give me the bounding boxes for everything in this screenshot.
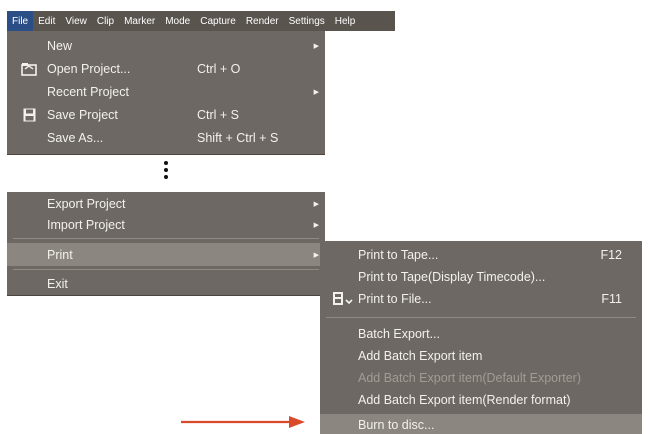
menu-item-label: New — [47, 39, 73, 53]
menu-item-burn-to-disc[interactable]: Burn to disc... — [320, 414, 642, 434]
menu-item-print[interactable]: Print ▶ — [7, 243, 325, 266]
menu-capture[interactable]: Capture — [195, 11, 241, 31]
menu-item-label: Print to Tape(Display Timecode)... — [358, 270, 546, 284]
submenu-arrow-icon: ▶ — [313, 89, 319, 96]
menu-item-label: Save As... — [47, 131, 104, 145]
open-folder-icon — [21, 61, 37, 77]
menu-item-label: Import Project — [47, 217, 125, 232]
menu-separator — [13, 238, 319, 239]
menu-item-shortcut: Ctrl + S — [197, 108, 240, 122]
menu-item-import-project[interactable]: Import Project ▶ — [7, 214, 325, 235]
menu-item-save-as[interactable]: Save As... Shift + Ctrl + S — [7, 127, 325, 149]
menu-clip[interactable]: Clip — [92, 11, 119, 31]
menu-item-label: Print — [47, 247, 73, 262]
menu-item-print-to-tape-timecode[interactable]: Print to Tape(Display Timecode)... — [320, 266, 642, 288]
menu-item-exit[interactable]: Exit — [7, 273, 325, 294]
menu-view[interactable]: View — [60, 11, 92, 31]
menu-bar: File Edit View Clip Marker Mode Capture … — [7, 11, 395, 31]
menu-item-add-batch-export-render-format[interactable]: Add Batch Export item(Render format) — [320, 389, 642, 411]
menu-item-label: Batch Export... — [358, 327, 440, 341]
submenu-arrow-icon: ▶ — [313, 251, 319, 259]
menu-item-print-to-file[interactable]: Print to File... F11 — [320, 288, 642, 310]
menu-render[interactable]: Render — [241, 11, 284, 31]
menu-item-shortcut: Shift + Ctrl + S — [197, 131, 279, 145]
menu-mode[interactable]: Mode — [160, 11, 195, 31]
file-menu-bottom: Export Project ▶ Import Project ▶ Print … — [7, 192, 325, 296]
print-to-file-icon — [332, 291, 354, 307]
menu-item-recent-project[interactable]: Recent Project ▶ — [7, 81, 325, 103]
menu-item-label: Add Batch Export item(Default Exporter) — [358, 371, 582, 385]
menu-item-print-to-tape[interactable]: Print to Tape... F12 — [320, 244, 642, 266]
menu-item-shortcut: F11 — [601, 292, 622, 306]
menu-item-label: Save Project — [47, 108, 118, 122]
menu-item-export-project[interactable]: Export Project ▶ — [7, 193, 325, 214]
submenu-arrow-icon: ▶ — [313, 43, 319, 50]
floppy-disk-icon — [21, 107, 37, 123]
menu-item-new[interactable]: New ▶ — [7, 35, 325, 57]
menu-separator — [326, 317, 636, 318]
menu-item-label: Add Batch Export item — [358, 349, 483, 363]
menu-item-shortcut: Ctrl + O — [197, 62, 241, 76]
submenu-arrow-icon: ▶ — [313, 221, 319, 229]
file-menu-top: New ▶ Open Project... Ctrl + O Recent Pr… — [7, 31, 325, 155]
menu-edit[interactable]: Edit — [33, 11, 60, 31]
submenu-arrow-icon: ▶ — [313, 200, 319, 208]
print-submenu: Print to Tape... F12 Print to Tape(Displ… — [320, 241, 642, 434]
callout-arrow-icon — [181, 416, 305, 428]
menu-item-label: Add Batch Export item(Render format) — [358, 393, 571, 407]
menu-separator — [13, 269, 319, 270]
menu-item-label: Export Project — [47, 196, 126, 211]
menu-item-batch-export[interactable]: Batch Export... — [320, 323, 642, 345]
menu-item-label: Print to Tape... — [358, 248, 439, 262]
menu-item-save-project[interactable]: Save Project Ctrl + S — [7, 104, 325, 126]
menu-settings[interactable]: Settings — [284, 11, 330, 31]
menu-item-add-batch-export-default: Add Batch Export item(Default Exporter) — [320, 367, 642, 389]
vertical-ellipsis-icon — [164, 161, 170, 179]
menu-file[interactable]: File — [7, 11, 34, 31]
menu-item-label: Open Project... — [47, 62, 131, 76]
menu-help[interactable]: Help — [330, 11, 361, 31]
menu-item-label: Print to File... — [358, 292, 432, 306]
menu-item-label: Recent Project — [47, 85, 129, 99]
menu-item-label: Exit — [47, 276, 68, 291]
menu-item-shortcut: F12 — [600, 248, 622, 262]
menu-item-open-project[interactable]: Open Project... Ctrl + O — [7, 58, 325, 80]
menu-item-add-batch-export-item[interactable]: Add Batch Export item — [320, 345, 642, 367]
menu-marker[interactable]: Marker — [119, 11, 160, 31]
